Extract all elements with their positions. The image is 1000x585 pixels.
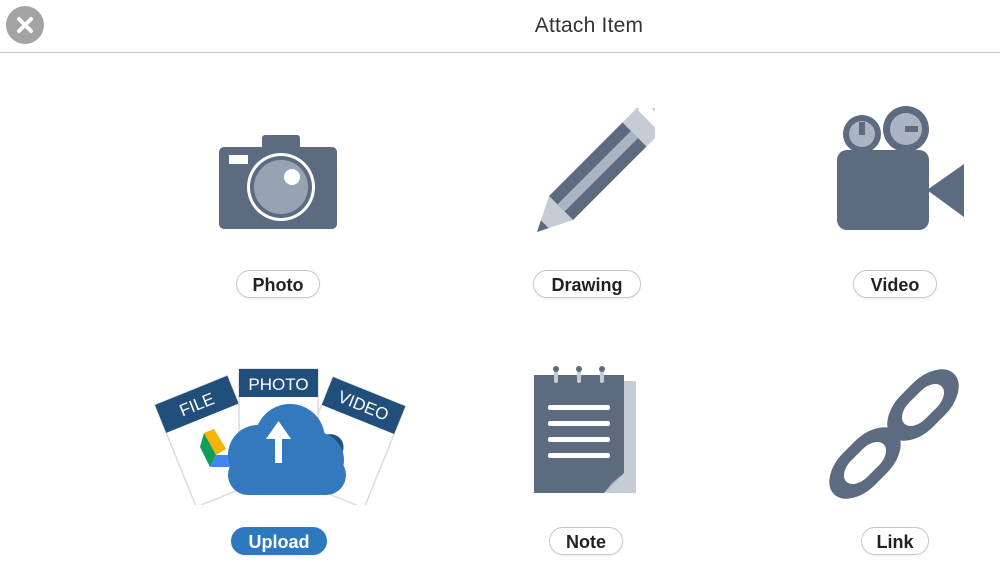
link-label: Link [861,527,929,555]
pencil-icon [537,108,655,232]
tile-note[interactable]: Note [520,365,660,560]
note-label: Note [549,527,623,555]
tile-photo[interactable]: Photo [200,120,360,310]
notepad-icon [534,366,636,493]
tile-video[interactable]: Video [830,100,970,310]
cloud-upload-icon: FILE VIDEO PHOTO [154,368,407,505]
chain-link-icon [829,369,959,499]
camera-icon [219,135,337,229]
video-camera-icon [837,106,964,230]
page-title: Attach Item [534,14,644,37]
photo-card-label: PHOTO [248,375,308,394]
photo-label: Photo [236,270,320,298]
tile-upload[interactable]: FILE VIDEO PHOTO Upload [150,365,410,560]
drawing-label: Drawing [533,270,641,298]
header: Attach Item [0,0,1000,53]
tile-drawing[interactable]: Drawing [520,105,660,310]
video-label: Video [853,270,937,298]
upload-label: Upload [231,527,327,555]
tile-link[interactable]: Link [820,360,980,560]
